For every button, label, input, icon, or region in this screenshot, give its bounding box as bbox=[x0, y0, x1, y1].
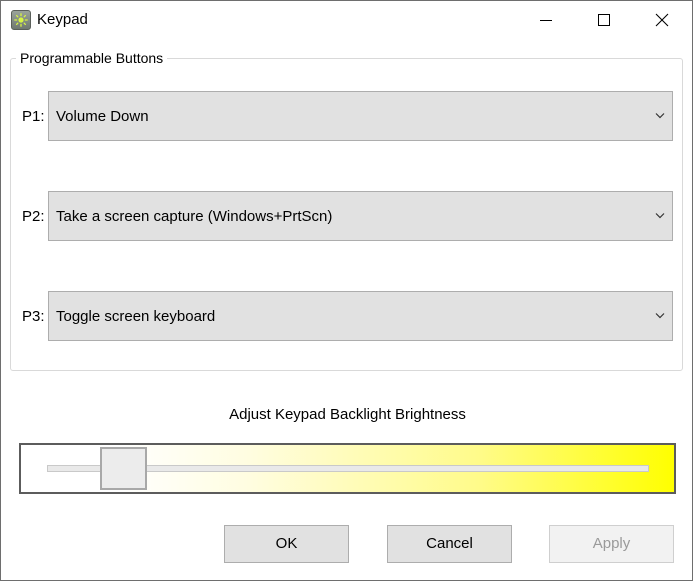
ok-button[interactable]: OK bbox=[224, 525, 349, 563]
p2-dropdown[interactable]: Take a screen capture (Windows+PrtScn) bbox=[48, 191, 673, 241]
minimize-button[interactable] bbox=[517, 1, 575, 39]
p2-label: P2: bbox=[22, 208, 45, 225]
p3-label: P3: bbox=[22, 308, 45, 325]
maximize-button[interactable] bbox=[575, 1, 633, 39]
keypad-window: Keypad Programmable Buttons P1: Volume D… bbox=[0, 0, 693, 581]
group-title: Programmable Buttons bbox=[16, 49, 168, 67]
keypad-app-icon bbox=[11, 10, 31, 30]
p1-selected-value: Volume Down bbox=[56, 108, 149, 125]
p3-selected-value: Toggle screen keyboard bbox=[56, 308, 216, 325]
title-bar[interactable]: Keypad bbox=[1, 1, 692, 39]
apply-button[interactable]: Apply bbox=[549, 525, 674, 563]
maximize-icon bbox=[598, 14, 610, 26]
p3-dropdown[interactable]: Toggle screen keyboard bbox=[48, 291, 673, 341]
chevron-down-icon bbox=[655, 313, 665, 319]
minimize-icon bbox=[540, 20, 552, 21]
chevron-down-icon bbox=[655, 113, 665, 119]
slider-thumb[interactable] bbox=[99, 447, 147, 490]
chevron-down-icon bbox=[655, 213, 665, 219]
close-icon bbox=[655, 13, 669, 27]
p2-selected-value: Take a screen capture (Windows+PrtScn) bbox=[56, 208, 333, 225]
p1-dropdown[interactable]: Volume Down bbox=[48, 91, 673, 141]
p1-label: P1: bbox=[22, 108, 45, 125]
close-button[interactable] bbox=[633, 1, 691, 39]
backlight-label: Adjust Keypad Backlight Brightness bbox=[229, 406, 466, 423]
cancel-button[interactable]: Cancel bbox=[387, 525, 512, 563]
backlight-slider[interactable] bbox=[19, 443, 676, 494]
window-title: Keypad bbox=[37, 11, 88, 28]
